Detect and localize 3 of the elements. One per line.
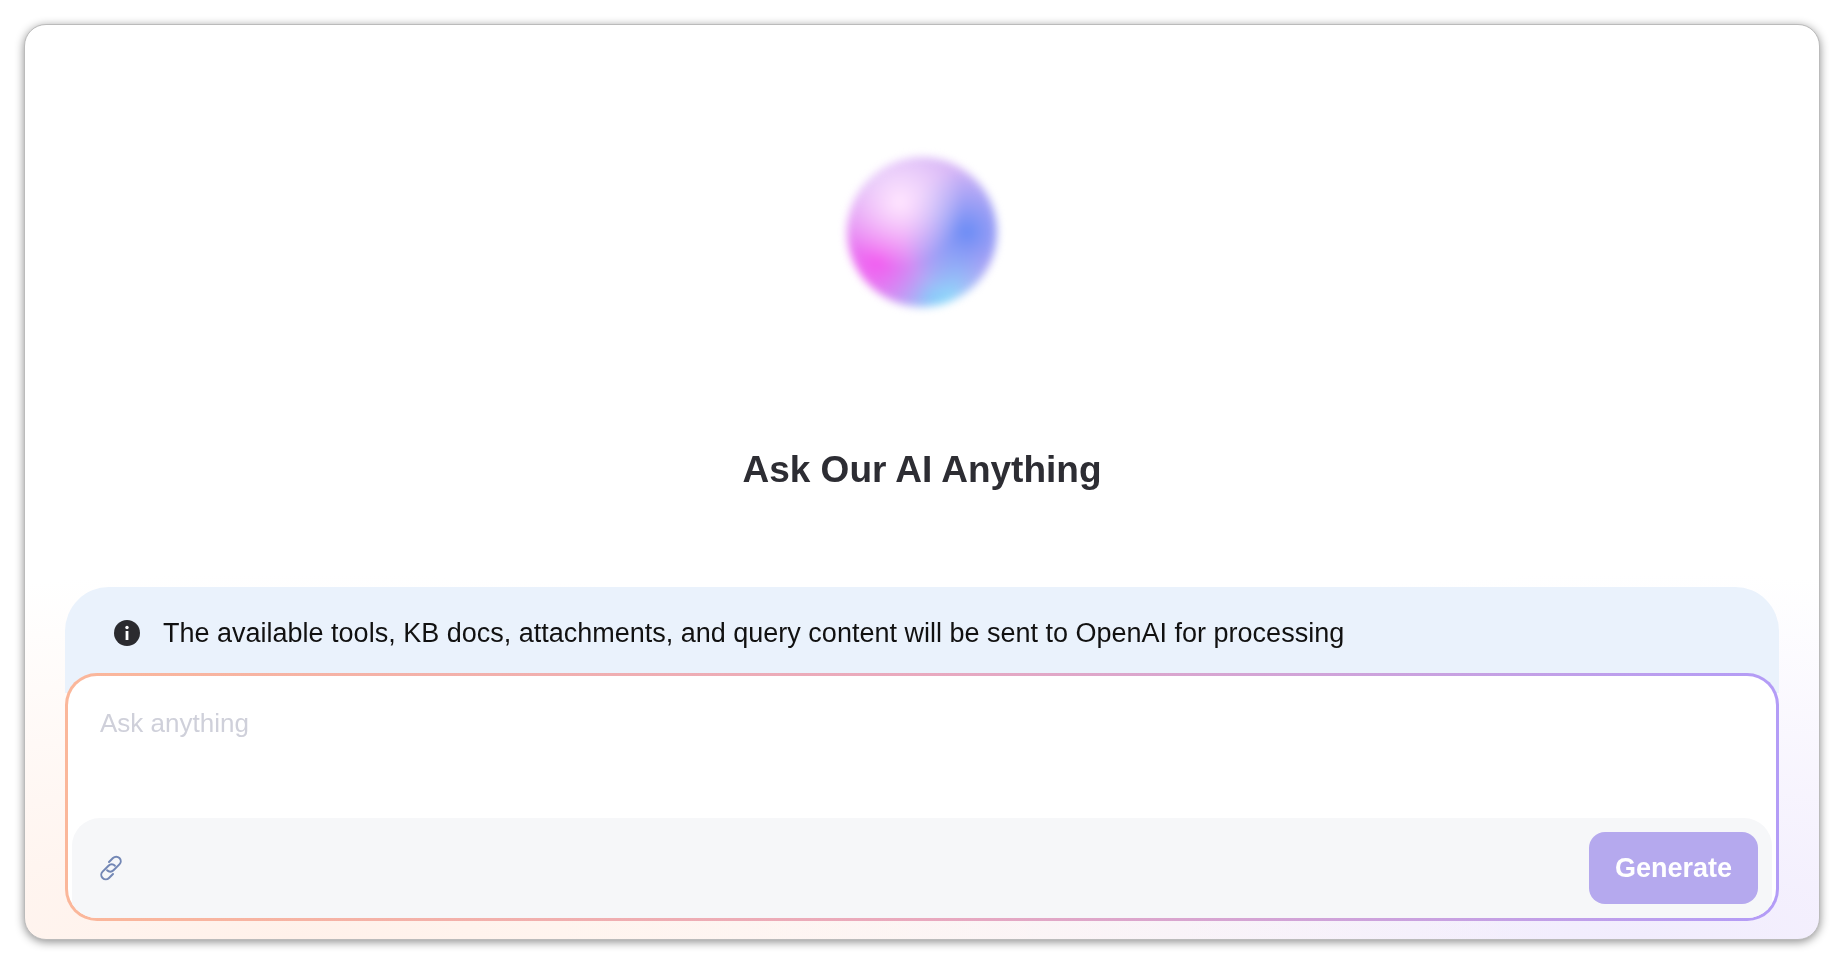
page-heading: Ask Our AI Anything [741,448,1103,492]
notice-text: The available tools, KB docs, attachments, and query content will be sent to OpenAI for processing [163,616,1345,650]
info-icon [113,618,141,647]
